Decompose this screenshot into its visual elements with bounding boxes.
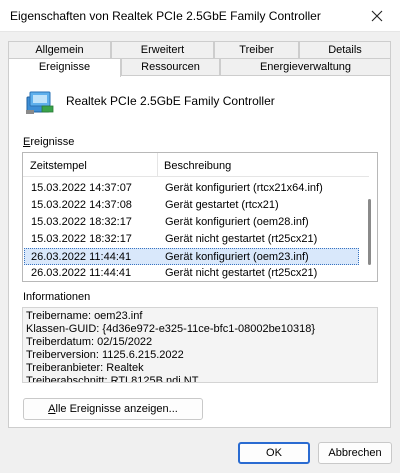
title-bar: Eigenschaften von Realtek PCIe 2.5GbE Fa… — [0, 0, 400, 32]
cell-timestamp: 26.03.2022 11:44:41 — [31, 251, 132, 263]
cell-timestamp: 26.03.2022 11:44:41 — [31, 267, 132, 279]
events-label: Ereignisse — [23, 136, 75, 148]
cell-description: Gerät nicht gestartet (rt25cx21) — [165, 233, 318, 245]
tab-details[interactable]: Details — [299, 41, 391, 58]
info-textbox[interactable]: Treibername: oem23.inf Klassen-GUID: {4d… — [22, 307, 378, 383]
table-row[interactable]: 15.03.2022 14:37:08 Gerät gestartet (rtc… — [24, 197, 359, 214]
info-line: Treibername: oem23.inf — [26, 310, 143, 322]
ok-button[interactable]: OK — [238, 442, 310, 464]
cell-description: Gerät gestartet (rtcx21) — [165, 199, 279, 211]
close-button[interactable] — [354, 0, 400, 32]
info-line: Klassen-GUID: {4d36e972-e325-11ce-bfc1-0… — [26, 323, 316, 335]
vertical-scrollbar[interactable] — [368, 199, 371, 265]
column-separator[interactable] — [157, 153, 158, 177]
table-row[interactable]: 15.03.2022 18:32:17 Gerät konfiguriert (… — [24, 214, 359, 231]
info-line: Treiberdatum: 02/15/2022 — [26, 336, 153, 348]
tab-ressourcen[interactable]: Ressourcen — [121, 58, 220, 75]
window-title: Eigenschaften von Realtek PCIe 2.5GbE Fa… — [10, 9, 321, 23]
table-row[interactable]: 26.03.2022 11:44:41 Gerät nicht gestarte… — [24, 265, 359, 281]
tab-energieverwaltung[interactable]: Energieverwaltung — [220, 58, 391, 75]
tab-erweitert[interactable]: Erweitert — [111, 41, 214, 58]
cell-description: Gerät konfiguriert (oem28.inf) — [165, 216, 309, 228]
cell-timestamp: 15.03.2022 18:32:17 — [31, 233, 132, 245]
cell-description: Gerät nicht gestartet (rt25cx21) — [165, 267, 318, 279]
tab-treiber[interactable]: Treiber — [214, 41, 299, 58]
cancel-button[interactable]: Abbrechen — [318, 442, 392, 464]
cell-timestamp: 15.03.2022 18:32:17 — [31, 216, 132, 228]
cell-description: Gerät konfiguriert (rtcx21x64.inf) — [165, 182, 323, 194]
column-header-description[interactable]: Beschreibung — [164, 160, 231, 172]
info-line: Treiberversion: 1125.6.215.2022 — [26, 349, 184, 361]
tab-allgemein[interactable]: Allgemein — [8, 41, 111, 58]
table-row-selected[interactable]: 26.03.2022 11:44:41 Gerät konfiguriert (… — [24, 248, 359, 265]
table-row[interactable]: 15.03.2022 18:32:17 Gerät nicht gestarte… — [24, 231, 359, 248]
info-line: Treiberabschnitt: RTL8125B.ndi.NT — [26, 375, 199, 383]
column-header-timestamp[interactable]: Zeitstempel — [30, 160, 87, 172]
show-all-events-button[interactable]: Alle Ereignisse anzeigen... — [23, 398, 203, 420]
tab-ereignisse[interactable]: Ereignisse — [8, 58, 121, 77]
info-line: Treiberanbieter: Realtek — [26, 362, 144, 374]
events-header: Zeitstempel Beschreibung — [23, 153, 369, 177]
cell-description: Gerät konfiguriert (oem23.inf) — [165, 251, 309, 263]
close-icon — [371, 10, 383, 22]
network-adapter-icon — [24, 88, 56, 119]
device-name: Realtek PCIe 2.5GbE Family Controller — [66, 94, 275, 108]
cell-timestamp: 15.03.2022 14:37:08 — [31, 199, 132, 211]
info-label: Informationen — [23, 291, 91, 303]
events-list[interactable]: Zeitstempel Beschreibung 15.03.2022 14:3… — [22, 152, 378, 282]
table-row[interactable]: 15.03.2022 14:37:07 Gerät konfiguriert (… — [24, 180, 359, 197]
cell-timestamp: 15.03.2022 14:37:07 — [31, 182, 132, 194]
